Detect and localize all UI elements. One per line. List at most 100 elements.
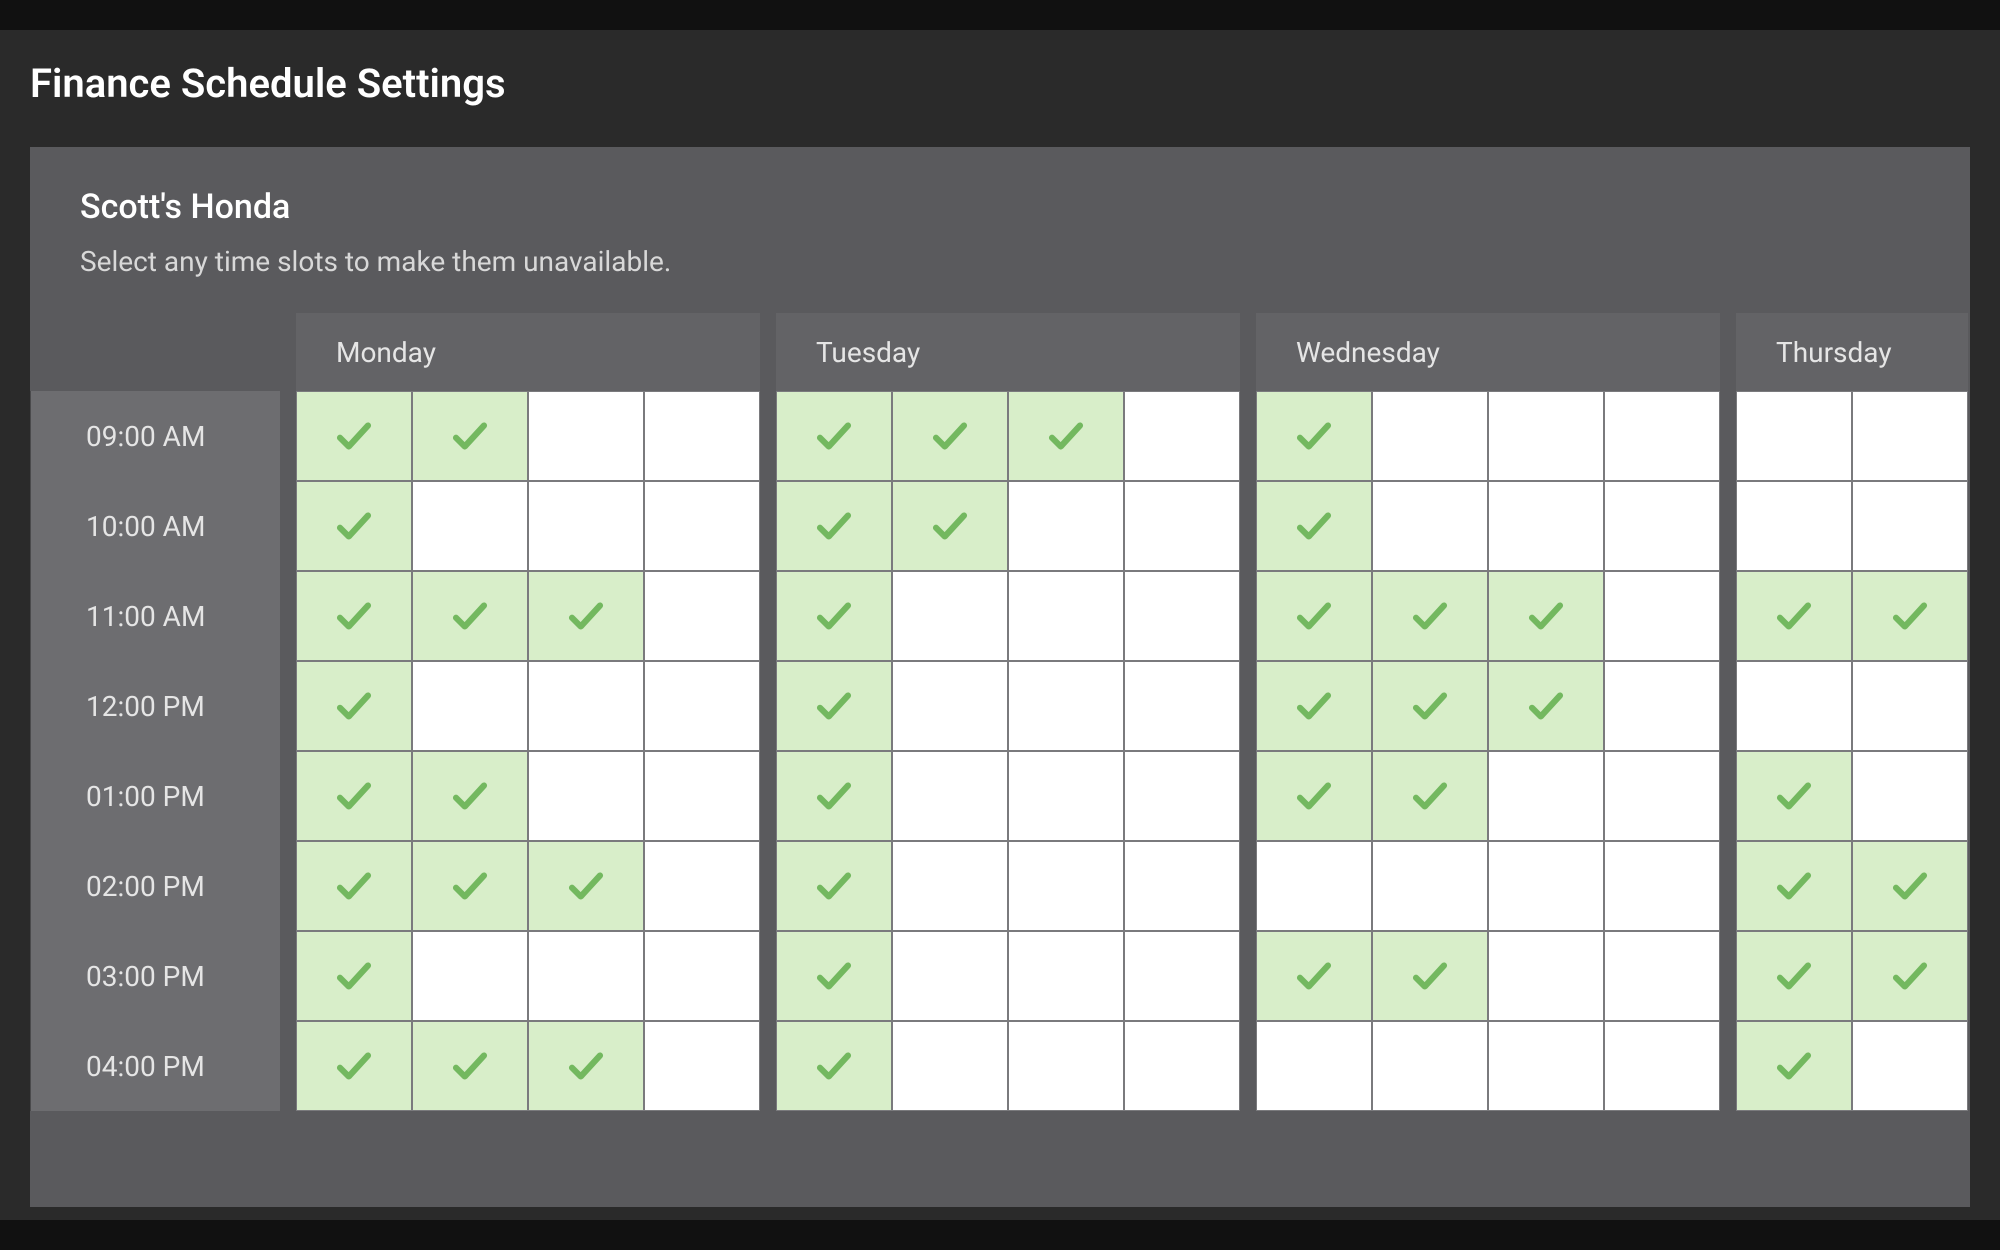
slot-cell[interactable] (1372, 661, 1488, 751)
slot-cell[interactable] (528, 481, 644, 571)
slot-cell[interactable] (776, 481, 892, 571)
slot-cell[interactable] (1604, 571, 1720, 661)
slot-cell[interactable] (1488, 751, 1604, 841)
slot-cell[interactable] (1852, 931, 1968, 1021)
slot-cell[interactable] (1124, 391, 1240, 481)
slot-cell[interactable] (1736, 481, 1852, 571)
slot-cell[interactable] (776, 661, 892, 751)
slot-cell[interactable] (528, 751, 644, 841)
slot-cell[interactable] (1372, 391, 1488, 481)
slot-cell[interactable] (296, 661, 412, 751)
slot-cell[interactable] (644, 1021, 760, 1111)
slot-cell[interactable] (296, 751, 412, 841)
slot-cell[interactable] (412, 841, 528, 931)
slot-cell[interactable] (1008, 751, 1124, 841)
slot-cell[interactable] (1124, 751, 1240, 841)
slot-cell[interactable] (296, 391, 412, 481)
slot-cell[interactable] (1852, 571, 1968, 661)
slot-cell[interactable] (1736, 391, 1852, 481)
slot-cell[interactable] (412, 751, 528, 841)
slot-cell[interactable] (1372, 481, 1488, 571)
slot-cell[interactable] (1488, 391, 1604, 481)
slot-cell[interactable] (412, 571, 528, 661)
slot-cell[interactable] (528, 1021, 644, 1111)
slot-cell[interactable] (1488, 661, 1604, 751)
slot-cell[interactable] (1604, 481, 1720, 571)
slot-cell[interactable] (1736, 571, 1852, 661)
slot-cell[interactable] (1256, 481, 1372, 571)
slot-cell[interactable] (1124, 1021, 1240, 1111)
slot-cell[interactable] (644, 931, 760, 1021)
slot-cell[interactable] (1488, 931, 1604, 1021)
slot-cell[interactable] (528, 571, 644, 661)
slot-cell[interactable] (528, 391, 644, 481)
slot-cell[interactable] (1604, 751, 1720, 841)
slot-cell[interactable] (1372, 751, 1488, 841)
slot-cell[interactable] (1488, 1021, 1604, 1111)
slot-cell[interactable] (1008, 391, 1124, 481)
slot-cell[interactable] (892, 841, 1008, 931)
slot-cell[interactable] (776, 841, 892, 931)
slot-cell[interactable] (776, 931, 892, 1021)
slot-cell[interactable] (1736, 661, 1852, 751)
slot-cell[interactable] (412, 1021, 528, 1111)
slot-cell[interactable] (1488, 481, 1604, 571)
slot-cell[interactable] (644, 841, 760, 931)
slot-cell[interactable] (1852, 841, 1968, 931)
slot-cell[interactable] (1124, 841, 1240, 931)
slot-cell[interactable] (776, 571, 892, 661)
slot-cell[interactable] (1372, 841, 1488, 931)
slot-cell[interactable] (1124, 571, 1240, 661)
slot-cell[interactable] (1256, 931, 1372, 1021)
slot-cell[interactable] (296, 841, 412, 931)
slot-cell[interactable] (296, 1021, 412, 1111)
slot-cell[interactable] (1852, 481, 1968, 571)
slot-cell[interactable] (892, 391, 1008, 481)
slot-cell[interactable] (1852, 1021, 1968, 1111)
slot-cell[interactable] (1604, 391, 1720, 481)
slot-cell[interactable] (528, 661, 644, 751)
slot-cell[interactable] (296, 931, 412, 1021)
slot-cell[interactable] (528, 931, 644, 1021)
slot-cell[interactable] (1008, 931, 1124, 1021)
slot-cell[interactable] (296, 571, 412, 661)
slot-cell[interactable] (296, 481, 412, 571)
slot-cell[interactable] (412, 661, 528, 751)
slot-cell[interactable] (1852, 661, 1968, 751)
slot-cell[interactable] (412, 391, 528, 481)
slot-cell[interactable] (1852, 391, 1968, 481)
slot-cell[interactable] (644, 391, 760, 481)
slot-cell[interactable] (776, 391, 892, 481)
slot-cell[interactable] (1256, 751, 1372, 841)
slot-cell[interactable] (1488, 571, 1604, 661)
slot-cell[interactable] (1488, 841, 1604, 931)
slot-cell[interactable] (1852, 751, 1968, 841)
slot-cell[interactable] (1736, 931, 1852, 1021)
slot-cell[interactable] (1736, 751, 1852, 841)
slot-cell[interactable] (1604, 661, 1720, 751)
slot-cell[interactable] (1604, 841, 1720, 931)
slot-cell[interactable] (892, 661, 1008, 751)
slot-cell[interactable] (1008, 1021, 1124, 1111)
slot-cell[interactable] (644, 571, 760, 661)
slot-cell[interactable] (1372, 931, 1488, 1021)
slot-cell[interactable] (644, 751, 760, 841)
slot-cell[interactable] (892, 571, 1008, 661)
slot-cell[interactable] (1008, 481, 1124, 571)
slot-cell[interactable] (1124, 481, 1240, 571)
slot-cell[interactable] (1604, 1021, 1720, 1111)
slot-cell[interactable] (1124, 661, 1240, 751)
slot-cell[interactable] (1604, 931, 1720, 1021)
slot-cell[interactable] (776, 1021, 892, 1111)
slot-cell[interactable] (892, 481, 1008, 571)
slot-cell[interactable] (1124, 931, 1240, 1021)
slot-cell[interactable] (892, 1021, 1008, 1111)
slot-cell[interactable] (1256, 571, 1372, 661)
slot-cell[interactable] (1736, 841, 1852, 931)
slot-cell[interactable] (528, 841, 644, 931)
slot-cell[interactable] (1256, 661, 1372, 751)
slot-cell[interactable] (1372, 1021, 1488, 1111)
slot-cell[interactable] (1008, 661, 1124, 751)
slot-cell[interactable] (1008, 571, 1124, 661)
slot-cell[interactable] (892, 751, 1008, 841)
